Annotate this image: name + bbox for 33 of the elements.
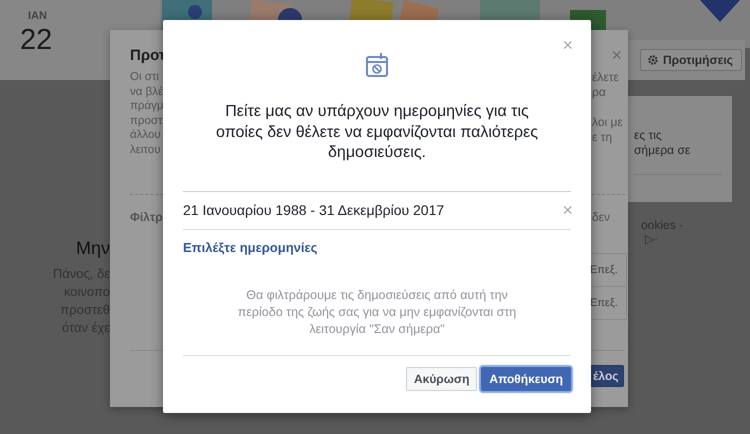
cancel-button[interactable]: Ακύρωση: [406, 366, 478, 390]
choose-dates-link[interactable]: Επιλέξτε ημερομηνίες: [183, 240, 318, 254]
dialog-text: προστ: [130, 114, 164, 128]
close-button[interactable]: ×: [562, 36, 573, 54]
month-label: ΙΑΝ: [28, 10, 47, 22]
save-button[interactable]: Αποθήκευση: [481, 366, 571, 390]
dialog-text: ε τη: [592, 130, 614, 145]
dialog-text: λοι με: [592, 115, 623, 130]
calendar-icon: [365, 52, 389, 78]
dialog-text: Οι στι: [130, 70, 160, 84]
edit-link[interactable]: Επεξ.: [590, 297, 618, 309]
gear-icon: [647, 54, 659, 66]
clear-button[interactable]: ×: [562, 201, 573, 219]
dialog-text: έλετε: [592, 70, 620, 85]
preferences-button[interactable]: Προτιμήσεις: [640, 49, 742, 71]
dialog-text: δεν: [592, 210, 610, 224]
day-number: 22: [20, 24, 52, 57]
dialog-text: άλλου: [130, 128, 162, 142]
dialog-text: ρα: [592, 85, 607, 100]
empty-state-title: Μην: [76, 238, 110, 259]
dialog-text: πράγμ: [130, 99, 164, 114]
dialog-message: Πείτε μας αν υπάρχουν ημερομηνίες για τις οποίες δεν θέλετε να εμφανίζονται παλιότερες δημοσιεύσεις.: [215, 102, 539, 163]
edit-link[interactable]: Επεξ.: [590, 264, 618, 276]
dialog-text: λειτου: [130, 142, 162, 157]
card-text: σήμερα σε: [634, 143, 692, 158]
footer-text: ▷·: [644, 232, 659, 246]
date-range-field[interactable]: 21 Ιανουαρίου 1988 - 31 Δεκεμβρίου 2017 ×: [183, 190, 571, 230]
dialog-text: να βλέ: [130, 84, 164, 99]
section-label: Φίλτρ: [130, 210, 163, 224]
done-button[interactable]: έλος: [590, 365, 624, 387]
dialog-title: Προτ: [130, 47, 166, 64]
card-text: ες τις: [634, 128, 663, 143]
help-text: Θα φιλτράρουμε τις δημοσιεύσεις από αυτή την περίοδο της ζωής σας για να μην εμφανίζονται στη λειτουργία "Σαν σήμερα": [236, 286, 518, 338]
